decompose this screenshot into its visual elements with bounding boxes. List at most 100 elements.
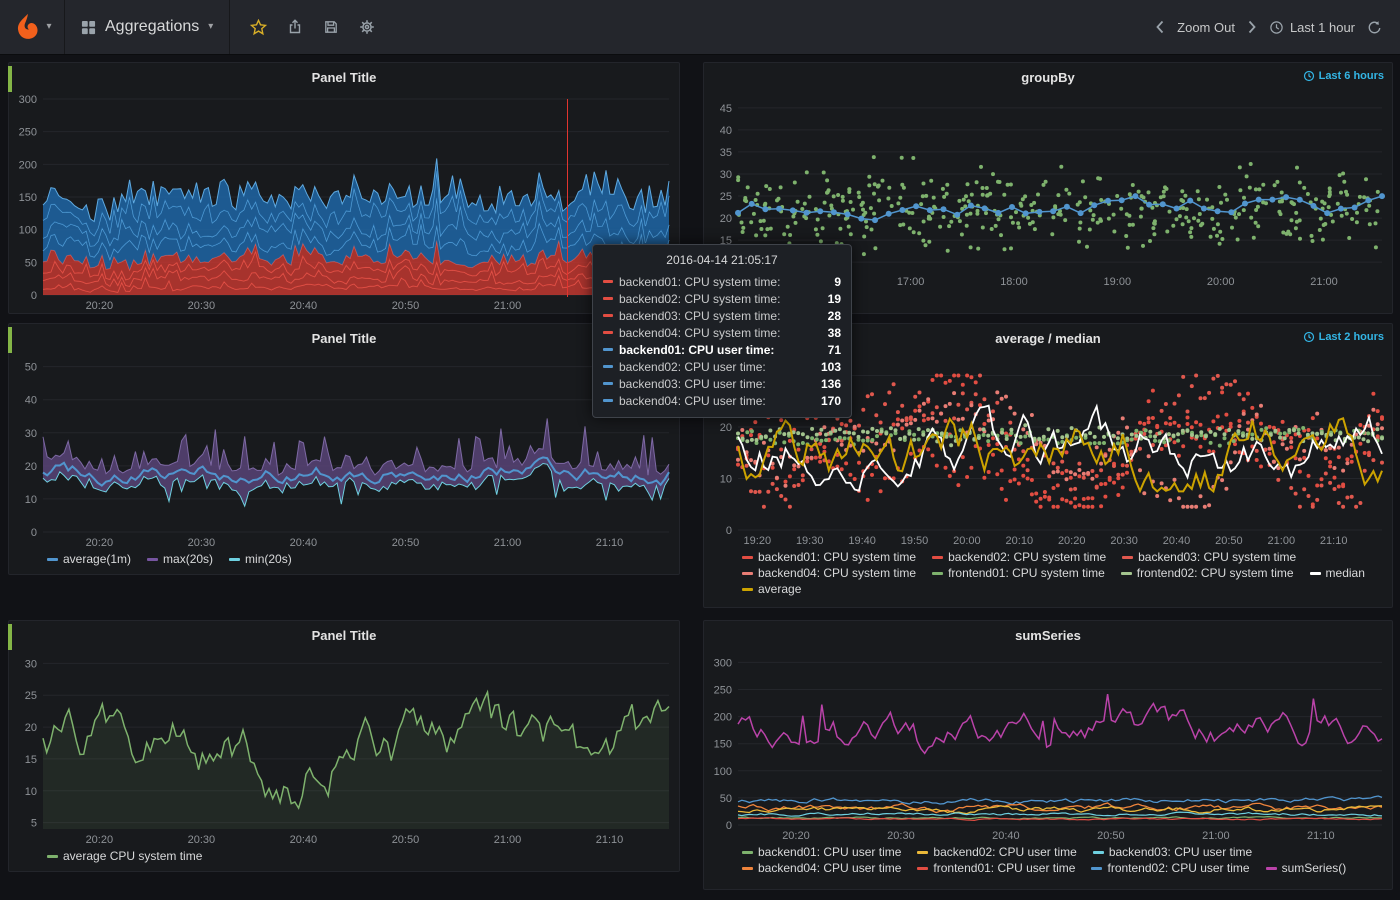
row-handle[interactable] <box>8 66 12 92</box>
row-handle[interactable] <box>8 624 12 650</box>
legend: average(1m) max(20s) min(20s) <box>47 552 679 566</box>
chevron-right-icon[interactable] <box>1247 20 1257 34</box>
legend: backend01: CPU system time backend02: CPU… <box>742 550 1392 596</box>
zoom-out-button[interactable]: Zoom Out <box>1177 20 1235 35</box>
panel-stacked-cpu: Panel Title 05010015020025030020:2020:30… <box>8 62 680 314</box>
graph-canvas[interactable]: 5101520253020:2020:3020:4020:5021:0021:1… <box>9 649 679 847</box>
legend-item[interactable]: frontend01: CPU user time <box>917 861 1075 875</box>
legend-item[interactable]: sumSeries() <box>1266 861 1347 875</box>
panel-title[interactable]: sumSeries <box>1015 628 1081 643</box>
legend-item[interactable]: frontend02: CPU system time <box>1121 566 1294 580</box>
svg-text:21:00: 21:00 <box>1202 830 1230 842</box>
panel-title[interactable]: groupBy <box>1021 70 1074 85</box>
clock-icon <box>1303 331 1315 343</box>
legend-item[interactable]: backend03: CPU system time <box>1122 550 1296 564</box>
row-handle[interactable] <box>8 327 12 353</box>
save-icon[interactable] <box>323 19 339 35</box>
legend-item[interactable]: frontend02: CPU user time <box>1091 861 1249 875</box>
grafana-logo-menu[interactable]: ▾ <box>0 0 65 54</box>
svg-text:21:00: 21:00 <box>494 300 522 312</box>
svg-text:250: 250 <box>19 127 37 139</box>
legend-item[interactable]: backend01: CPU system time <box>742 550 916 564</box>
share-icon[interactable] <box>287 19 303 35</box>
graph-canvas[interactable]: 05010015020025030020:2020:3020:4020:5021… <box>704 649 1392 843</box>
svg-text:30: 30 <box>720 169 732 181</box>
clock-icon <box>1269 20 1284 35</box>
svg-text:0: 0 <box>31 290 37 302</box>
svg-text:20:00: 20:00 <box>1207 276 1235 288</box>
svg-text:20:20: 20:20 <box>782 830 810 842</box>
legend-item[interactable]: min(20s) <box>229 552 292 566</box>
tooltip-timestamp: 2016-04-14 21:05:17 <box>603 251 841 273</box>
tooltip-row: backend04: CPU system time:38 <box>603 324 841 341</box>
svg-text:25: 25 <box>25 690 37 702</box>
tooltip-row: backend04: CPU user time:170 <box>603 392 841 409</box>
time-controls: Zoom Out Last 1 hour <box>1155 20 1400 35</box>
svg-text:21:10: 21:10 <box>1320 535 1348 547</box>
refresh-icon[interactable] <box>1367 20 1382 35</box>
legend-item[interactable]: max(20s) <box>147 552 213 566</box>
svg-text:30: 30 <box>25 428 37 440</box>
svg-text:15: 15 <box>25 754 37 766</box>
legend-item[interactable]: average <box>742 582 801 596</box>
svg-text:30: 30 <box>25 658 37 670</box>
svg-text:250: 250 <box>714 685 732 697</box>
svg-text:50: 50 <box>25 362 37 374</box>
svg-text:20:40: 20:40 <box>1163 535 1191 547</box>
svg-text:21:10: 21:10 <box>1307 830 1335 842</box>
legend-item[interactable]: backend01: CPU user time <box>742 845 901 859</box>
legend-item[interactable]: backend02: CPU system time <box>932 550 1106 564</box>
svg-text:50: 50 <box>720 793 732 805</box>
dashboards-icon <box>81 20 96 35</box>
legend-item[interactable]: backend03: CPU user time <box>1093 845 1252 859</box>
legend-item[interactable]: average(1m) <box>47 552 131 566</box>
panel-header: sumSeries <box>704 621 1392 649</box>
panel-title[interactable]: Panel Title <box>312 628 377 643</box>
svg-text:35: 35 <box>720 147 732 159</box>
panel-average-cpu: Panel Title 5101520253020:2020:3020:4020… <box>8 620 680 872</box>
dashboard-actions <box>230 19 395 36</box>
svg-text:20:40: 20:40 <box>290 300 318 312</box>
time-range-label: Last 1 hour <box>1290 20 1355 35</box>
graph-canvas[interactable]: 05010015020025030020:2020:3020:4020:5021… <box>9 91 679 313</box>
svg-text:19:20: 19:20 <box>744 535 772 547</box>
caret-down-icon: ▾ <box>46 22 51 32</box>
legend-item[interactable]: backend04: CPU system time <box>742 566 916 580</box>
caret-down-icon: ▾ <box>208 22 213 32</box>
svg-text:20:40: 20:40 <box>992 830 1020 842</box>
svg-text:20:30: 20:30 <box>887 830 915 842</box>
legend-item[interactable]: backend04: CPU user time <box>742 861 901 875</box>
svg-text:19:00: 19:00 <box>1104 276 1132 288</box>
svg-text:19:50: 19:50 <box>901 535 929 547</box>
legend-item[interactable]: backend02: CPU user time <box>917 845 1076 859</box>
svg-text:5: 5 <box>31 818 37 830</box>
svg-text:21:10: 21:10 <box>596 537 624 549</box>
panel-title[interactable]: Panel Title <box>312 70 377 85</box>
legend-item[interactable]: average CPU system time <box>47 849 202 863</box>
svg-text:0: 0 <box>31 527 37 539</box>
svg-text:20:30: 20:30 <box>1110 535 1138 547</box>
svg-text:200: 200 <box>714 712 732 724</box>
svg-text:20: 20 <box>25 461 37 473</box>
svg-text:40: 40 <box>25 395 37 407</box>
chevron-left-icon[interactable] <box>1155 20 1165 34</box>
panel-title[interactable]: Panel Title <box>312 331 377 346</box>
tooltip-row: backend03: CPU system time:28 <box>603 307 841 324</box>
panel-title[interactable]: average / median <box>995 331 1101 346</box>
star-icon[interactable] <box>250 19 267 36</box>
settings-icon[interactable] <box>359 19 375 35</box>
graph-canvas[interactable]: 0102030405020:2020:3020:4020:5021:0021:1… <box>9 352 679 550</box>
legend-item[interactable]: frontend01: CPU system time <box>932 566 1105 580</box>
dashboard-picker[interactable]: Aggregations ▾ <box>65 0 230 54</box>
svg-text:20:50: 20:50 <box>1215 535 1243 547</box>
svg-text:20:30: 20:30 <box>188 834 216 846</box>
svg-text:21:00: 21:00 <box>494 834 522 846</box>
panel-time-badge[interactable]: Last 2 hours <box>1303 331 1384 343</box>
legend-item[interactable]: median <box>1310 566 1365 580</box>
panel-header: Panel Title <box>9 63 679 91</box>
time-range-picker[interactable]: Last 1 hour <box>1269 20 1355 35</box>
panel-time-badge[interactable]: Last 6 hours <box>1303 70 1384 82</box>
tooltip-row: backend03: CPU user time:136 <box>603 375 841 392</box>
crosshair-line <box>567 99 568 297</box>
panel-avg-max-min: Panel Title 0102030405020:2020:3020:4020… <box>8 323 680 575</box>
